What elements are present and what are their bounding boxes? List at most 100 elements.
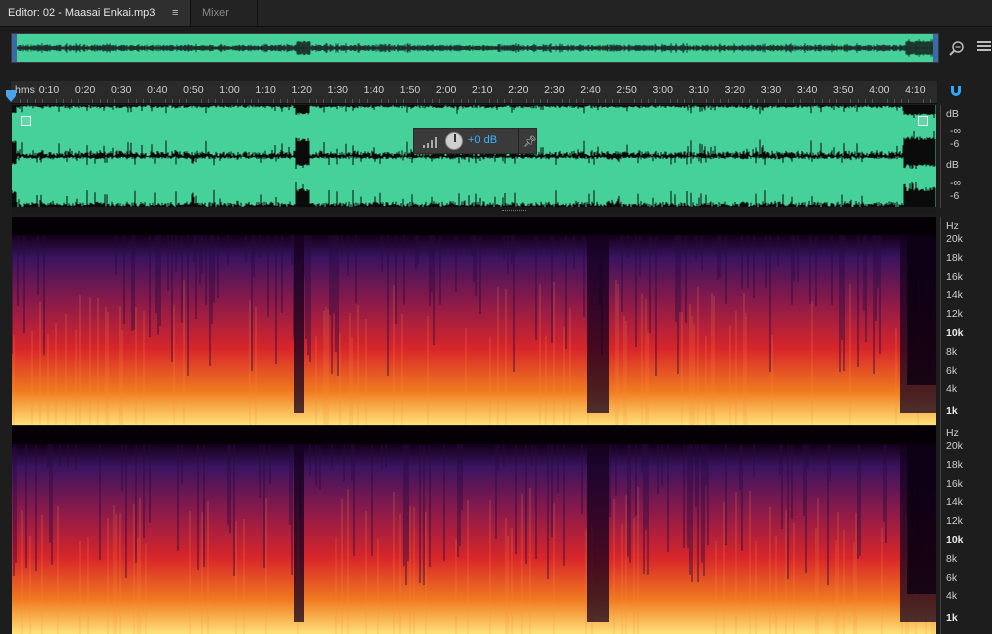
ruler-label: 0:40: [147, 84, 168, 96]
overview-right-handle[interactable]: [933, 34, 938, 62]
ruler-minor-tick: [633, 99, 635, 103]
ruler-label: 0:50: [183, 84, 204, 96]
ruler-minor-tick: [893, 99, 895, 103]
ruler-label: 4:00: [869, 84, 890, 96]
ruler-minor-tick: [99, 99, 101, 103]
ruler-minor-tick: [742, 99, 744, 103]
tab-editor-label: Editor: 02 - Maasai Enkai.mp3: [8, 7, 156, 19]
ruler-minor-tick: [900, 99, 902, 103]
pin-icon[interactable]: 📌︎: [523, 135, 537, 148]
hz-label: 12k: [946, 308, 963, 321]
hz-label: 18k: [946, 458, 963, 471]
ruler-minor-tick: [835, 99, 837, 103]
ruler-minor-tick: [345, 99, 347, 103]
ruler-minor-tick: [763, 99, 765, 103]
db-mark-top-6: -6: [950, 138, 960, 150]
ruler-label: 1:30: [327, 84, 349, 96]
ruler-minor-tick: [431, 99, 433, 103]
ruler-label: 3:30: [760, 84, 782, 96]
ruler-minor-tick: [886, 99, 888, 103]
tab-menu-icon[interactable]: ≡: [172, 0, 178, 26]
spectral-quiet-gap: [587, 444, 609, 622]
fade-out-handle[interactable]: [918, 116, 928, 126]
ruler-minor-tick: [70, 99, 72, 103]
ruler-label: 2:40: [580, 84, 601, 96]
ruler-label: 0:30: [110, 84, 132, 96]
tab-mixer[interactable]: Mixer: [194, 0, 258, 26]
ruler-minor-tick: [128, 99, 130, 103]
time-ruler[interactable]: hms 0:10 0:20 0:30 0:40 0:50 1:00 1:10 1:20 1:30…: [11, 81, 937, 104]
ruler-minor-tick: [908, 99, 910, 103]
tab-editor[interactable]: Editor: 02 - Maasai Enkai.mp3 ≡: [0, 0, 191, 26]
ruler-minor-tick: [539, 99, 541, 103]
hz-unit-label: Hz: [946, 220, 959, 232]
ruler-minor-tick: [359, 99, 361, 103]
volume-knob[interactable]: [445, 132, 463, 150]
playhead-marker-icon[interactable]: [6, 90, 16, 102]
panel-menu-icon[interactable]: [976, 40, 992, 54]
volume-value[interactable]: +0 dB: [468, 134, 497, 146]
ruler-minor-tick: [352, 99, 354, 103]
panel-divider[interactable]: [12, 207, 936, 215]
hz-label: 18k: [946, 251, 963, 264]
ruler-minor-tick: [568, 99, 570, 103]
ruler-minor-tick: [561, 99, 563, 103]
spectral-quiet-gap: [294, 235, 304, 413]
ruler-minor-tick: [872, 99, 874, 103]
ruler-minor-tick: [648, 99, 650, 103]
ruler-minor-tick: [41, 99, 43, 103]
ruler-minor-tick: [330, 99, 332, 103]
ruler-minor-tick: [532, 99, 534, 103]
scale-separator-waveform: [940, 105, 941, 208]
ruler-minor-tick: [207, 99, 209, 103]
ruler-minor-tick: [612, 99, 614, 103]
snap-magnet-icon[interactable]: [949, 84, 963, 98]
ruler-label: 1:20: [291, 84, 312, 96]
ruler-label: 2:10: [471, 84, 493, 96]
waveform-channel-right[interactable]: [12, 156, 936, 208]
ruler-minor-tick: [236, 99, 238, 103]
overview-waveform[interactable]: [11, 33, 939, 63]
ruler-minor-tick: [677, 99, 679, 103]
ruler-minor-tick: [778, 99, 780, 103]
ruler-minor-tick: [604, 99, 606, 103]
ruler-minor-tick: [713, 99, 715, 103]
ruler-minor-tick: [496, 99, 498, 103]
spectral-display-right[interactable]: [12, 426, 936, 634]
ruler-minor-tick: [186, 99, 188, 103]
overview-left-handle[interactable]: [12, 34, 17, 62]
ruler-minor-tick: [922, 99, 924, 103]
ruler-minor-tick: [503, 99, 505, 103]
ruler-label: 1:00: [219, 84, 240, 96]
ruler-minor-tick: [366, 99, 368, 103]
spectral-display-left[interactable]: [12, 217, 936, 425]
hz-label: 20k: [946, 440, 963, 452]
hz-label: 12k: [946, 515, 963, 528]
ruler-minor-tick: [287, 99, 289, 103]
ruler-minor-tick: [56, 99, 58, 103]
ruler-label: 2:00: [435, 84, 457, 96]
ruler-minor-tick: [641, 99, 643, 103]
ruler-minor-tick: [749, 99, 751, 103]
ruler-minor-tick: [323, 99, 325, 103]
ruler-minor-tick: [720, 99, 722, 103]
level-bars-icon: [423, 137, 437, 148]
zoom-magnifier-icon[interactable]: [949, 40, 965, 56]
ruler-minor-tick: [691, 99, 693, 103]
hz-label: 1k: [946, 405, 958, 417]
ruler-minor-tick: [474, 99, 476, 103]
ruler-minor-tick: [113, 99, 115, 103]
ruler-minor-tick: [92, 99, 94, 103]
ruler-label: 1:10: [255, 84, 276, 96]
ruler-minor-tick: [460, 99, 462, 103]
ruler-minor-tick: [619, 99, 621, 103]
ruler-label: 1:50: [399, 84, 421, 96]
ruler-label: 3:00: [652, 84, 673, 96]
hz-label: 20k: [946, 233, 963, 245]
fade-in-handle[interactable]: [21, 116, 31, 126]
hz-label: 4k: [946, 590, 958, 603]
divider-grip[interactable]: [502, 210, 526, 213]
ruler-minor-tick: [684, 99, 686, 103]
ruler-label: 2:30: [544, 84, 565, 96]
ruler-minor-tick: [388, 99, 390, 103]
